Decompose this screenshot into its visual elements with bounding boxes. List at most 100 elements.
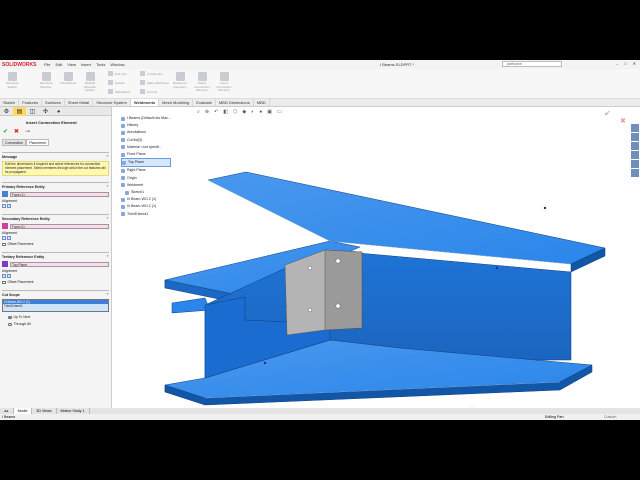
sketch-point[interactable] <box>543 206 547 210</box>
structural-search-button[interactable]: Structural Search <box>2 72 22 89</box>
short-beam-bottom-flange[interactable] <box>171 297 211 314</box>
feature-manager-tab[interactable]: ⚙ <box>0 107 13 116</box>
hide-show-icon[interactable]: ◐ <box>251 109 254 115</box>
tree-item-beam-1[interactable]: I/I Beam-WO.2 (1) <box>121 196 171 203</box>
rebuild-structure-button[interactable]: Rebuild Structure System <box>80 72 100 93</box>
maximize-icon[interactable]: □ <box>624 61 626 66</box>
confirm-corner-ok-icon[interactable]: ✔ <box>604 109 611 118</box>
tab-weldments[interactable]: Weldments <box>130 99 160 106</box>
configuration-manager-tab[interactable]: ◫ <box>26 107 39 116</box>
tree-item-annotations[interactable]: Annotations <box>121 129 171 136</box>
through-all-radio[interactable]: Through All <box>8 322 109 326</box>
zoom-to-fit-icon[interactable]: ⌕ <box>197 109 200 115</box>
search-input[interactable]: partname <box>502 61 562 67</box>
tree-item-front-plane[interactable]: Front Plane <box>121 151 171 158</box>
cut-scope-list[interactable]: I/I Beam-WO.2 (1) Trim/Extend1 <box>2 299 109 313</box>
ok-icon[interactable]: ✔ <box>3 128 8 135</box>
beam-top-flange[interactable] <box>207 171 606 265</box>
view-orientation-icon[interactable]: ⬡ <box>233 109 237 115</box>
end-cap-button[interactable]: End Cap <box>108 71 127 76</box>
tree-item-sketch1[interactable]: Sketch1 <box>125 189 171 196</box>
insert-connection-element-button[interactable]: Insert Connection Element <box>214 72 234 93</box>
align-right-icon[interactable] <box>7 236 11 241</box>
view-settings-icon[interactable]: ▭ <box>277 109 282 115</box>
tab-placement[interactable]: Placement <box>26 139 50 146</box>
collapse-icon[interactable]: ⌃ <box>106 155 109 159</box>
confirm-corner-cancel-icon[interactable]: ✖ <box>620 117 626 125</box>
tab-sketch[interactable]: Sketch <box>0 99 20 106</box>
cancel-icon[interactable]: ✖ <box>14 128 19 135</box>
structural-member-button[interactable]: Structural Member <box>36 72 56 89</box>
align-right-icon[interactable] <box>7 204 11 209</box>
menu-file[interactable]: File <box>44 62 50 67</box>
menu-view[interactable]: View <box>67 62 76 67</box>
offset-placement-checkbox[interactable]: Offset Placement <box>2 242 109 246</box>
primary-reference-field[interactable]: Face<1> <box>10 191 109 197</box>
gusset-button[interactable]: Gusset <box>108 80 125 85</box>
tab-structure-system[interactable]: Structure System <box>93 99 131 106</box>
view-palette-icon[interactable] <box>631 151 639 159</box>
appearances-icon[interactable] <box>631 160 639 168</box>
collapse-icon[interactable]: ⌃ <box>106 217 109 221</box>
tab-evaluate[interactable]: Evaluate <box>193 99 216 106</box>
tree-item-top-plane[interactable]: Top Plane <box>121 158 171 168</box>
sketch-point[interactable] <box>263 361 267 365</box>
tree-item-material[interactable]: Material <not specifi... <box>121 144 171 151</box>
sketch-point[interactable] <box>495 266 499 270</box>
menu-window[interactable]: Window <box>110 62 124 67</box>
collapse-icon[interactable]: ⌃ <box>106 293 109 297</box>
tree-item-cut-list[interactable]: Cut list(3) <box>121 137 171 144</box>
offset-placement-checkbox[interactable]: Offset Placement <box>2 280 109 284</box>
tree-item-origin[interactable]: Origin <box>121 175 171 182</box>
appearance-icon[interactable]: ● <box>259 109 262 115</box>
status-units[interactable]: Custom <box>604 414 616 420</box>
cut-list-item-button[interactable]: Cut list Item <box>140 71 163 76</box>
tab-sheet-metal[interactable]: Sheet Metal <box>65 99 94 106</box>
design-library-icon[interactable] <box>631 133 639 141</box>
menu-insert[interactable]: Insert <box>81 62 91 67</box>
tab-mesh-modeling[interactable]: Mesh Modeling <box>159 99 194 106</box>
property-manager-tab[interactable]: ▤ <box>13 107 26 116</box>
list-item[interactable]: Trim/Extend1 <box>3 304 108 308</box>
zoom-area-icon[interactable]: ⊕ <box>205 109 209 115</box>
pushpin-icon[interactable]: ⊸ <box>25 128 30 135</box>
trim-extend-button[interactable]: Trim/Extend <box>58 72 78 86</box>
tab-surfaces[interactable]: Surfaces <box>42 99 65 106</box>
model-view[interactable] <box>113 107 640 411</box>
tree-item-right-plane[interactable]: Right Plane <box>121 167 171 174</box>
tab-connection[interactable]: Connection <box>2 139 27 146</box>
align-right-icon[interactable] <box>7 274 11 279</box>
tab-mbd[interactable]: MBD <box>254 99 270 106</box>
align-left-icon[interactable] <box>2 204 6 209</box>
display-manager-tab[interactable]: ◕ <box>52 107 65 116</box>
minimize-icon[interactable]: – <box>616 61 618 66</box>
tree-item-weldment[interactable]: Weldment <box>121 182 171 189</box>
dimxpert-tab[interactable]: ✣ <box>39 107 52 116</box>
align-left-icon[interactable] <box>2 236 6 241</box>
make-weldment-button[interactable]: Make Weldment <box>140 80 169 85</box>
scene-icon[interactable]: ▣ <box>267 109 272 115</box>
reference-geometry-button[interactable]: Reference Geometry <box>170 72 190 89</box>
tree-item-trim-extend[interactable]: Trim/Extend1 <box>121 211 171 218</box>
collapse-icon[interactable]: ⌃ <box>106 185 109 189</box>
collapse-icon[interactable]: ⌃ <box>106 255 109 259</box>
previous-view-icon[interactable]: ↶ <box>214 109 218 115</box>
weld-bead-button[interactable]: Weld Bead <box>108 89 130 94</box>
define-connection-element-button[interactable]: Define Connection Element <box>192 72 212 93</box>
secondary-reference-field[interactable]: Face<2> <box>10 223 109 229</box>
resources-icon[interactable] <box>631 124 639 132</box>
tree-item-history[interactable]: History <box>121 122 171 129</box>
tree-item-part[interactable]: I Beams (Default<As Mac... <box>121 115 171 122</box>
file-explorer-icon[interactable] <box>631 142 639 150</box>
graphics-area[interactable] <box>113 107 640 411</box>
section-view-icon[interactable]: ◧ <box>223 109 228 115</box>
tertiary-reference-field[interactable]: Top Plane <box>10 261 109 267</box>
tree-item-beam-2[interactable]: I/I Beam-WO.2 (1) <box>121 203 171 210</box>
close-icon[interactable]: ✕ <box>633 61 636 66</box>
tab-features[interactable]: Features <box>19 99 43 106</box>
up-to-next-radio[interactable]: Up To Next <box>8 315 109 319</box>
cut-list-button[interactable]: Cut List <box>140 89 157 94</box>
display-style-icon[interactable]: ◆ <box>242 109 246 115</box>
align-left-icon[interactable] <box>2 274 6 279</box>
tab-mbd-dimensions[interactable]: MBD Dimensions <box>216 99 254 106</box>
